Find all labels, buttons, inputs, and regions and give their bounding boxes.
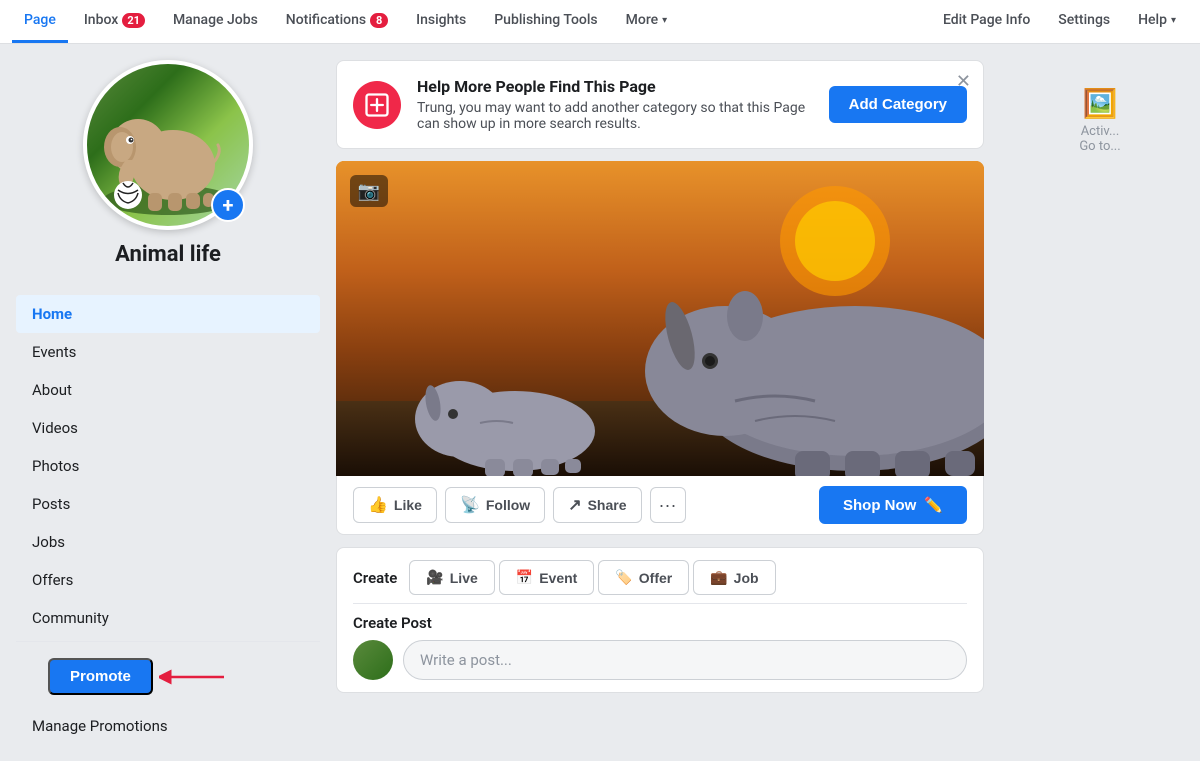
nav-item-edit-page-info[interactable]: Edit Page Info (931, 0, 1042, 43)
help-dropdown-icon: ▾ (1171, 15, 1176, 26)
sidebar-item-offers[interactable]: Offers (16, 561, 320, 599)
image-icon: 🖼️ (1083, 87, 1118, 120)
follow-button[interactable]: 📡 Follow (445, 487, 545, 523)
post-avatar (353, 640, 393, 680)
search-icon (363, 91, 391, 119)
nav-item-page[interactable]: Page (12, 0, 68, 43)
event-icon: 📅 (516, 569, 533, 586)
sidebar-item-posts[interactable]: Posts (16, 485, 320, 523)
right-sidebar-sublabel: Go to... (1079, 139, 1120, 154)
thumbs-up-icon: 👍 (368, 495, 388, 515)
post-input[interactable]: Write a post... (403, 640, 967, 680)
main-content: Help More People Find This Page Trung, y… (320, 44, 1000, 761)
nav-item-help[interactable]: Help ▾ (1126, 0, 1188, 43)
sidebar-item-events[interactable]: Events (16, 333, 320, 371)
cover-photo: 📷 (336, 161, 984, 476)
offer-icon: 🏷️ (615, 569, 632, 586)
nav-item-manage-jobs[interactable]: Manage Jobs (161, 0, 270, 43)
more-actions-button[interactable]: ··· (650, 487, 686, 523)
nav-item-settings[interactable]: Settings (1046, 0, 1122, 43)
like-button[interactable]: 👍 Like (353, 487, 437, 523)
create-post-area: Write a post... (353, 640, 967, 680)
nav-item-insights[interactable]: Insights (404, 0, 478, 43)
follow-label: Follow (486, 497, 530, 513)
sidebar-item-videos[interactable]: Videos (16, 409, 320, 447)
share-icon: ↗ (568, 495, 581, 515)
camera-icon-cover[interactable]: 📷 (350, 175, 388, 207)
notification-title: Help More People Find This Page (417, 77, 813, 96)
close-banner-button[interactable]: ✕ (956, 71, 971, 92)
promote-section: Promote (32, 652, 169, 701)
live-button[interactable]: 🎥 Live (409, 560, 494, 595)
page-layout: + Animal life Home Events About Videos P… (0, 44, 1200, 761)
right-panel: 🖼️ Activ... Go to... (1000, 60, 1200, 180)
nav-item-more[interactable]: More ▾ (614, 0, 680, 43)
sidebar: + Animal life Home Events About Videos P… (0, 44, 320, 761)
event-button[interactable]: 📅 Event (499, 560, 595, 595)
like-label: Like (394, 497, 422, 513)
shop-now-button[interactable]: Shop Now ✏️ (819, 486, 967, 524)
sidebar-divider (16, 641, 320, 642)
page-name: Animal life (115, 242, 221, 267)
sidebar-item-community[interactable]: Community (16, 599, 320, 637)
share-button[interactable]: ↗ Share (553, 487, 641, 523)
sidebar-item-about[interactable]: About (16, 371, 320, 409)
promote-button[interactable]: Promote (48, 658, 153, 695)
add-category-button[interactable]: Add Category (829, 86, 967, 123)
nav-item-publishing-tools[interactable]: Publishing Tools (482, 0, 609, 43)
create-buttons-row: Create 🎥 Live 📅 Event 🏷️ Offer 💼 Job (353, 560, 967, 604)
right-sidebar: 🖼️ Activ... Go to... (1000, 44, 1200, 761)
live-icon: 🎥 (426, 569, 443, 586)
create-post-label: Create Post (353, 614, 967, 632)
inbox-badge: 21 (122, 13, 145, 28)
red-arrow-annotation (159, 657, 229, 697)
offer-label: Offer (639, 570, 672, 586)
notifications-badge: 8 (370, 13, 388, 28)
nav-item-notifications[interactable]: Notifications 8 (274, 0, 400, 43)
avatar-wrapper: + (83, 60, 253, 230)
notification-banner: Help More People Find This Page Trung, y… (336, 60, 984, 149)
sidebar-item-home[interactable]: Home (16, 295, 320, 333)
live-label: Live (450, 570, 478, 586)
sidebar-item-jobs[interactable]: Jobs (16, 523, 320, 561)
manage-promotions-link[interactable]: Manage Promotions (16, 707, 320, 745)
job-icon: 💼 (710, 569, 727, 586)
more-dropdown-icon: ▾ (662, 15, 667, 26)
create-row: Create 🎥 Live 📅 Event 🏷️ Offer 💼 Job (336, 547, 984, 693)
job-label: Job (734, 570, 759, 586)
nav-notifications-label: Notifications (286, 12, 366, 28)
add-photo-button[interactable]: + (211, 188, 245, 222)
pencil-icon: ✏️ (924, 496, 943, 514)
notification-text-block: Help More People Find This Page Trung, y… (417, 77, 813, 132)
action-bar: 👍 Like 📡 Follow ↗ Share ··· Shop Now ✏️ (336, 476, 984, 535)
offer-button[interactable]: 🏷️ Offer (598, 560, 689, 595)
profile-section: + Animal life (16, 60, 320, 291)
job-button[interactable]: 💼 Job (693, 560, 775, 595)
nav-right: Edit Page Info Settings Help ▾ (931, 0, 1188, 43)
notification-icon (353, 81, 401, 129)
top-navigation: Page Inbox 21 Manage Jobs Notifications … (0, 0, 1200, 44)
sidebar-nav: Home Events About Videos Photos Posts Jo… (16, 295, 320, 745)
nav-more-label: More (626, 12, 659, 28)
right-sidebar-label: Activ... (1081, 124, 1120, 139)
rhino-illustration (336, 161, 984, 476)
nav-inbox-label: Inbox (84, 12, 118, 28)
rss-icon: 📡 (460, 495, 480, 515)
share-label: Share (588, 497, 627, 513)
nav-left: Page Inbox 21 Manage Jobs Notifications … (12, 0, 679, 43)
event-label: Event (539, 570, 577, 586)
shop-now-label: Shop Now (843, 497, 916, 514)
sidebar-item-photos[interactable]: Photos (16, 447, 320, 485)
nav-help-label: Help (1138, 12, 1167, 28)
notification-description: Trung, you may want to add another categ… (417, 100, 813, 132)
create-label: Create (353, 569, 397, 587)
nav-item-inbox[interactable]: Inbox 21 (72, 0, 157, 43)
